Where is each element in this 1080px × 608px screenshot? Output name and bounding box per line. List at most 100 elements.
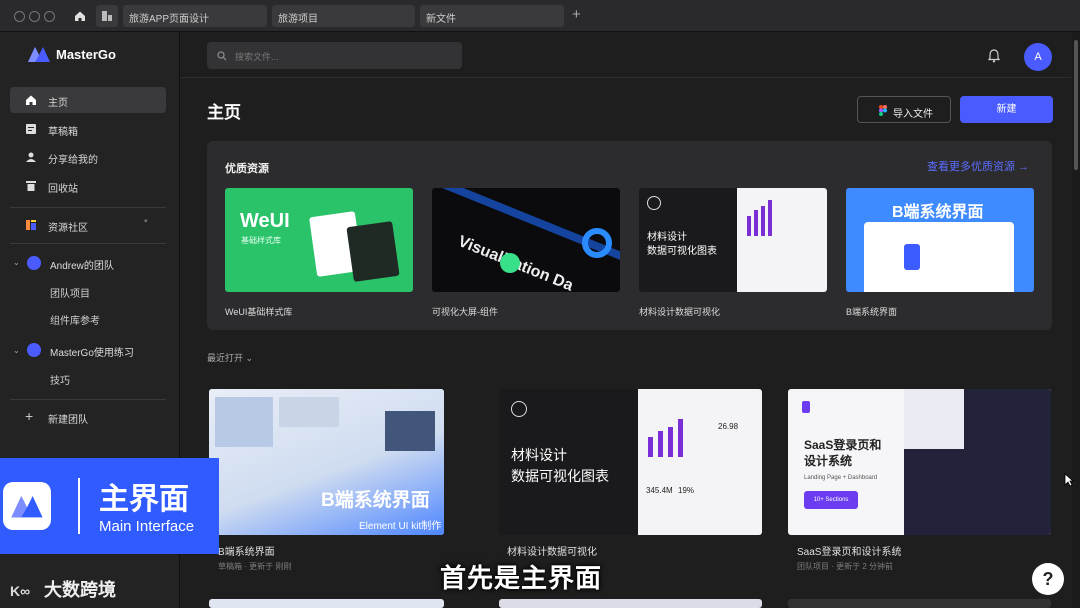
recent-card-material[interactable]: 材料设计 数据可视化图表 345.4M 19% 26.98 bbox=[499, 389, 762, 535]
thumb-bar bbox=[678, 419, 683, 457]
recent-card[interactable] bbox=[499, 599, 762, 608]
thumb-bar bbox=[754, 210, 758, 236]
team-avatar bbox=[27, 256, 41, 270]
status-dot-icon: ° bbox=[144, 218, 148, 228]
thumb-subtitle: Landing Page + Dashboard bbox=[804, 475, 878, 481]
chevron-down-icon: ⌄ bbox=[245, 353, 254, 363]
thumb-title: 材料设计 bbox=[511, 447, 567, 463]
team-name[interactable]: MasterGo使用练习 bbox=[50, 344, 134, 359]
sidebar-item-tips[interactable]: 技巧 bbox=[50, 372, 70, 387]
trash-icon bbox=[26, 181, 36, 191]
sidebar-item-label: 主页 bbox=[48, 98, 68, 109]
featured-card-b-system[interactable]: B端系统界面 bbox=[846, 188, 1034, 292]
sidebar-item-component-ref[interactable]: 组件库参考 bbox=[50, 312, 100, 327]
recent-card[interactable] bbox=[209, 599, 444, 608]
thumb-bar bbox=[747, 216, 751, 236]
tab-travel-app[interactable]: 旅游APP页面设计 bbox=[123, 5, 267, 27]
community-icon bbox=[26, 220, 36, 230]
recent-card-saas[interactable]: SaaS登录页和 设计系统 Landing Page + Dashboard 1… bbox=[788, 389, 1051, 535]
thumb-subtitle: 数据可视化图表 bbox=[511, 468, 609, 484]
recent-card[interactable] bbox=[788, 599, 1051, 608]
search-placeholder: 搜索文件... bbox=[235, 52, 279, 62]
featured-card-weui[interactable]: WeUI 基础样式库 bbox=[225, 188, 413, 292]
sidebar-item-home[interactable]: 主页 bbox=[10, 87, 166, 113]
thumb-subtitle: 基础样式库 bbox=[241, 236, 281, 245]
scrollbar[interactable] bbox=[1072, 32, 1080, 608]
recent-label: 最近打开 bbox=[207, 353, 244, 363]
featured-card-caption: 可视化大屏-组件 bbox=[432, 307, 498, 317]
help-button[interactable]: ? bbox=[1032, 563, 1064, 595]
thumb-decoration bbox=[582, 228, 612, 258]
page-title: 主页 bbox=[207, 103, 241, 122]
plus-icon[interactable]: + bbox=[25, 408, 33, 424]
featured-title: 优质资源 bbox=[225, 163, 269, 175]
sidebar-item-label: 资源社区 bbox=[48, 223, 88, 234]
thumb-bar bbox=[768, 200, 772, 236]
thumb-panel bbox=[904, 389, 964, 449]
sidebar-item-drafts[interactable]: 草稿箱 bbox=[10, 116, 166, 142]
chevron-down-icon[interactable]: ⌄ bbox=[13, 258, 20, 267]
video-subtitle: 首先是主界面 bbox=[440, 563, 603, 593]
home-icon[interactable] bbox=[74, 10, 86, 22]
thumb-table bbox=[279, 397, 339, 427]
thumb-bar bbox=[648, 437, 653, 457]
home-icon bbox=[26, 95, 36, 105]
thumb-title: 设计系统 bbox=[804, 454, 853, 468]
thumb-subtitle: Element UI kit制作 bbox=[359, 521, 442, 532]
sidebar-item-community[interactable]: 资源社区 ° bbox=[10, 212, 166, 238]
header-divider bbox=[181, 77, 1071, 78]
sidebar-item-trash[interactable]: 回收站 bbox=[10, 173, 166, 199]
recent-dropdown[interactable]: 最近打开 ⌄ bbox=[207, 351, 253, 364]
recent-card-b-system[interactable]: B端系统界面 Element UI kit制作 bbox=[209, 389, 444, 535]
close-window-button[interactable] bbox=[14, 11, 25, 22]
featured-card-visualization[interactable]: Visualization Da bbox=[432, 188, 620, 292]
import-label: 导入文件 bbox=[893, 109, 933, 120]
thumb-photos bbox=[385, 411, 435, 451]
chevron-down-icon[interactable]: ⌄ bbox=[13, 346, 20, 355]
thumb-stat: 19% bbox=[678, 486, 695, 495]
sidebar-item-shared[interactable]: 分享给我的 bbox=[10, 144, 166, 170]
figma-icon bbox=[879, 105, 887, 116]
tab-travel-project[interactable]: 旅游项目 bbox=[272, 5, 415, 27]
section-badge: 主界面 Main Interface bbox=[0, 458, 219, 554]
team-name[interactable]: Andrew的团队 bbox=[50, 257, 114, 272]
featured-card-caption: 材料设计数据可视化 bbox=[639, 307, 721, 317]
badge-subtitle: Main Interface bbox=[99, 518, 195, 535]
featured-card-material[interactable]: 材料设计 数据可视化图表 bbox=[639, 188, 827, 292]
thumb-bar bbox=[761, 206, 765, 236]
scrollbar-thumb[interactable] bbox=[1074, 40, 1078, 170]
recent-card-caption: B端系统界面 bbox=[218, 547, 275, 558]
featured-card-caption: WeUI基础样式库 bbox=[225, 307, 293, 317]
new-tab-button[interactable]: + bbox=[572, 6, 581, 23]
maximize-window-button[interactable] bbox=[44, 11, 55, 22]
import-file-button[interactable]: 导入文件 bbox=[857, 96, 951, 123]
thumb-map bbox=[215, 397, 273, 447]
sidebar-item-label: 回收站 bbox=[48, 184, 78, 195]
featured-panel: 优质资源 查看更多优质资源 → WeUI 基础样式库 WeUI基础样式库 Vis… bbox=[207, 141, 1052, 330]
cursor-icon bbox=[1064, 473, 1074, 487]
main-content: 搜索文件... A 主页 导入文件 新建 优质资源 查看更多优质资源 → WeU… bbox=[181, 32, 1071, 608]
minimize-window-button[interactable] bbox=[29, 11, 40, 22]
bell-icon[interactable] bbox=[988, 49, 1000, 63]
sidebar-item-label: 分享给我的 bbox=[48, 155, 98, 166]
new-button[interactable]: 新建 bbox=[960, 96, 1053, 123]
thumb-title: WeUI bbox=[240, 210, 290, 232]
thumb-bar bbox=[658, 431, 663, 457]
watermark-text: 大数跨境 bbox=[44, 580, 116, 600]
new-team-button[interactable]: 新建团队 bbox=[48, 411, 88, 426]
title-bar: 旅游APP页面设计 旅游项目 新文件 + bbox=[0, 0, 1080, 32]
search-icon bbox=[217, 51, 227, 61]
avatar[interactable]: A bbox=[1024, 43, 1052, 71]
tab-new-file[interactable]: 新文件 bbox=[420, 5, 564, 27]
material-logo-icon bbox=[647, 196, 661, 210]
sidebar-item-team-projects[interactable]: 团队项目 bbox=[50, 285, 90, 300]
thumb-decoration bbox=[346, 221, 400, 282]
search-input[interactable]: 搜索文件... bbox=[207, 42, 462, 69]
recent-card-caption: SaaS登录页和设计系统 bbox=[797, 547, 902, 558]
recent-card-meta: 团队项目 · 更新于 2 分钟前 bbox=[797, 562, 894, 571]
thumb-subtitle: 数据可视化图表 bbox=[647, 246, 717, 257]
divider bbox=[10, 207, 166, 208]
files-tab-button[interactable] bbox=[96, 5, 118, 27]
thumb-decoration bbox=[904, 244, 920, 270]
more-resources-link[interactable]: 查看更多优质资源 → bbox=[927, 158, 1029, 174]
